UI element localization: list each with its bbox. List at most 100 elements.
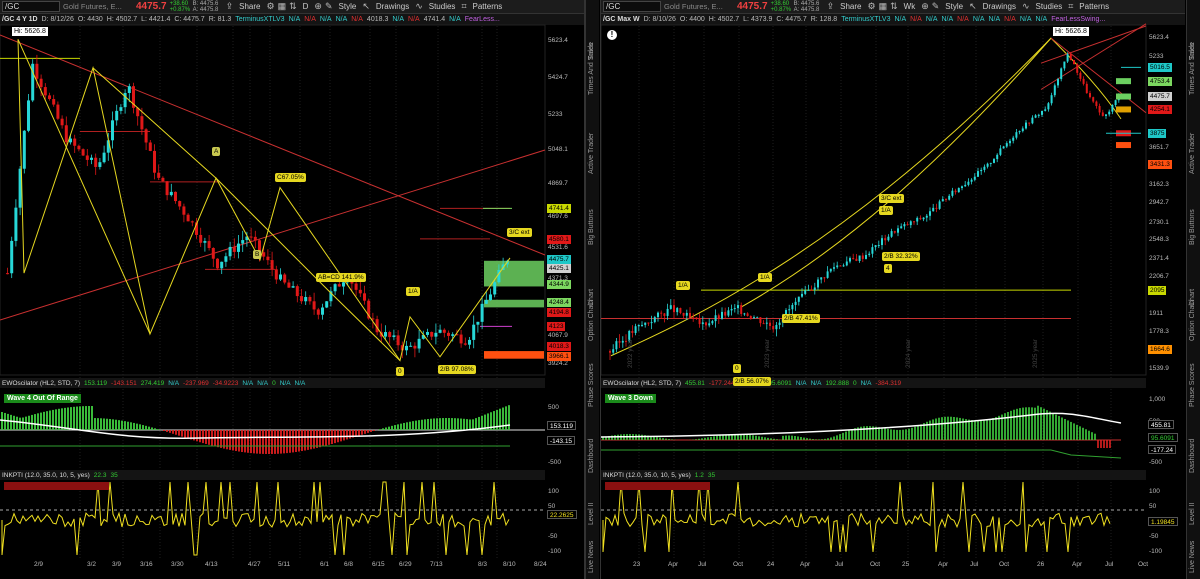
sidebar-tab[interactable]: Active Trader <box>588 133 595 174</box>
candle-body <box>1066 54 1069 62</box>
candle-body <box>692 317 695 319</box>
study-field: N/A <box>795 379 807 387</box>
candle-body <box>932 207 935 212</box>
candle-body <box>1018 131 1021 133</box>
candle-body <box>489 294 492 301</box>
candle-body <box>333 284 337 292</box>
sidebar-tab[interactable]: Big Buttons <box>588 209 595 245</box>
price-tick: 1539.9 <box>1149 364 1169 372</box>
date-tick: Oct <box>733 561 744 568</box>
candle-body <box>1021 128 1024 132</box>
candle-body <box>791 304 794 310</box>
sidebar-tab[interactable]: Times And Sales <box>1189 42 1196 94</box>
candle-body <box>874 245 877 248</box>
alert-icon[interactable]: ! <box>607 30 617 40</box>
candle-body <box>842 265 845 267</box>
date-tick: 26 <box>1037 561 1045 568</box>
candle-body <box>1060 68 1063 80</box>
candle-body <box>836 265 839 268</box>
target-zone <box>484 299 544 308</box>
sidebar-tab[interactable]: Active Trader <box>1189 133 1196 174</box>
candle-body <box>111 120 114 141</box>
sidebar-tab[interactable]: Level II <box>588 502 595 525</box>
candle-body <box>641 324 643 326</box>
sidebar-tab[interactable]: Option Chain <box>588 300 595 341</box>
candle-body <box>877 245 880 247</box>
candle-body <box>480 303 484 322</box>
candle-body <box>676 308 679 313</box>
candle-body <box>216 258 219 269</box>
wave-arc <box>610 37 1122 357</box>
target-zone <box>1116 142 1131 149</box>
inkpti-tick: 100 <box>1149 488 1160 495</box>
candle-body <box>769 322 771 326</box>
ewo-tick: -500 <box>1149 459 1163 466</box>
sidebar-tab[interactable]: Big Buttons <box>1189 209 1196 245</box>
sidebar-tab[interactable]: Level II <box>1189 502 1196 525</box>
candle-body <box>884 238 887 241</box>
date-tick: 2/9 <box>34 561 44 568</box>
candle-body <box>666 308 669 316</box>
candle-body <box>14 207 18 241</box>
candle-body <box>970 179 973 182</box>
wave-label: B <box>253 250 262 259</box>
high-label: Hi: 5626.8 <box>1053 27 1089 36</box>
candle-body <box>1111 105 1114 112</box>
left-inkpti-header: INKPTI (12.0, 35.0, 10, 5, yes) 22.3 35 <box>0 470 545 480</box>
year-label: 2025 year <box>1032 339 1039 368</box>
sidebar-tab[interactable]: Phase Scores <box>1189 363 1196 407</box>
candle-body <box>295 286 299 297</box>
candle-body <box>698 318 701 325</box>
candle-body <box>43 87 47 96</box>
price-tick: 4067.9 <box>548 332 568 340</box>
price-tag: 3431.3 <box>1148 160 1172 170</box>
candle-body <box>906 224 909 226</box>
sidebar-tab[interactable]: Live News <box>1189 541 1196 573</box>
date-tick: Apr <box>938 561 949 568</box>
candle-body <box>211 247 215 259</box>
sidebar-tab[interactable]: Option Chain <box>1189 300 1196 341</box>
candle-body <box>839 265 842 267</box>
date-tick: 3/30 <box>171 561 184 568</box>
price-tag: 1664.6 <box>1148 344 1172 354</box>
wave-label: 0 <box>733 364 741 373</box>
candle-body <box>237 243 240 252</box>
candle-body <box>609 351 611 353</box>
sidebar-tab[interactable]: Times And Sales <box>588 42 595 94</box>
candle-body <box>740 305 743 314</box>
candle-body <box>1063 61 1066 69</box>
sidebar-tab[interactable]: Phase Scores <box>588 363 595 407</box>
candle-body <box>746 313 749 317</box>
inkpti-badge <box>605 482 710 490</box>
candle-body <box>913 221 915 223</box>
date-tick: 8/3 <box>478 561 488 568</box>
candle-body <box>1002 146 1005 149</box>
date-tick: 23 <box>633 561 641 568</box>
candle-body <box>1085 83 1088 94</box>
sidebar-tab[interactable]: Dashboard <box>1189 438 1196 472</box>
date-tick: 3/2 <box>87 561 97 568</box>
date-tick: Apr <box>668 561 679 568</box>
candle-body <box>1050 95 1053 104</box>
ewo-tick: 500 <box>548 404 559 411</box>
candle-body <box>813 287 816 290</box>
candle-body <box>312 301 316 310</box>
candle-body <box>266 256 270 261</box>
sidebar-tab[interactable]: Live News <box>588 541 595 573</box>
sidebar-tab[interactable]: Dashboard <box>588 438 595 472</box>
wave-label: 2/B 56.07% <box>733 377 771 386</box>
date-tick: 24 <box>767 561 775 568</box>
inkpti-tag: 22.2625 <box>547 510 577 519</box>
candle-body <box>954 190 957 193</box>
study-field: N/A <box>279 379 291 387</box>
candle-body <box>232 246 236 252</box>
left-chart-canvas[interactable] <box>0 0 585 579</box>
inkpti-tag: 1.19845 <box>1148 517 1178 526</box>
wave-label: C67.05% <box>275 173 306 182</box>
wave-label: AB=CD 141.9% <box>316 273 366 282</box>
candle-body <box>253 236 257 241</box>
date-tick: 6/8 <box>344 561 354 568</box>
candle-body <box>941 199 944 202</box>
candle-body <box>980 169 983 172</box>
candle-body <box>442 329 446 333</box>
